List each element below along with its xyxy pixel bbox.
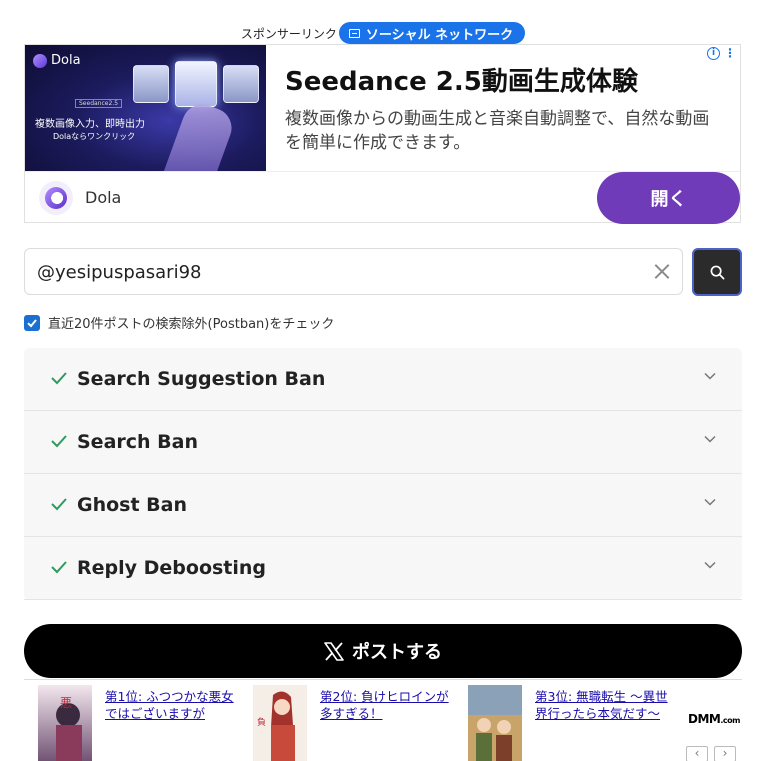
ranking-link[interactable]: 第1位: ふつつかな悪女ではございますが bbox=[105, 688, 245, 722]
dmm-logo[interactable]: DMM.com bbox=[688, 712, 740, 726]
ad-card[interactable]: Dola Seedance2.5 複数画像入力、即時出力 Dolaならワンクリッ… bbox=[24, 44, 741, 224]
search-button[interactable] bbox=[692, 248, 742, 296]
results-accordion: Search Suggestion Ban Search Ban Ghost B… bbox=[24, 348, 742, 600]
search-icon bbox=[710, 265, 724, 279]
book-cover-image[interactable]: 負 bbox=[253, 685, 307, 761]
search-input[interactable] bbox=[35, 249, 639, 296]
check-icon bbox=[51, 435, 67, 448]
svg-text:負: 負 bbox=[257, 716, 266, 728]
banner-next-button[interactable]: › bbox=[714, 746, 736, 761]
book-cover-image[interactable]: 悪 bbox=[38, 685, 92, 761]
more-options-icon[interactable]: ⋮ bbox=[724, 47, 736, 59]
sponsored-label: スポンサーリンク bbox=[240, 26, 337, 41]
ad-footer: Dola 開く bbox=[25, 171, 740, 224]
check-icon bbox=[51, 561, 67, 574]
ad-image-tag: Seedance2.5 bbox=[75, 99, 123, 108]
ad-image-subcaption: Dolaならワンクリック bbox=[53, 132, 136, 141]
thumbnail bbox=[223, 65, 259, 103]
chevron-down-icon[interactable] bbox=[704, 435, 716, 443]
post-button-label: ポストする bbox=[352, 642, 442, 662]
postban-option[interactable]: 直近20件ポストの検索除外(Postban)をチェック bbox=[24, 313, 334, 332]
sponsored-header: スポンサーリンク ソーシャル ネットワーク bbox=[0, 22, 766, 44]
book-cover-image[interactable] bbox=[468, 685, 522, 761]
result-label: Search Ban bbox=[77, 431, 198, 453]
ad-open-button[interactable]: 開く bbox=[597, 172, 740, 224]
ranking-link[interactable]: 第2位: 負けヒロインが多すぎる！ bbox=[320, 688, 460, 722]
ad-image[interactable]: Dola Seedance2.5 複数画像入力、即時出力 Dolaならワンクリッ… bbox=[25, 45, 266, 171]
advertiser-name: Dola bbox=[85, 188, 122, 207]
ad-image-brand-text: Dola bbox=[51, 53, 81, 68]
result-label: Reply Deboosting bbox=[77, 557, 267, 579]
result-label: Search Suggestion Ban bbox=[77, 368, 326, 390]
ad-image-thumbnails bbox=[133, 61, 259, 107]
ad-description: 複数画像からの動画生成と音楽自動調整で、自然な動画を簡単に作成できます。 bbox=[285, 109, 710, 153]
postban-label: 直近20件ポストの検索除外(Postban)をチェック bbox=[48, 317, 335, 332]
chevron-down-icon[interactable] bbox=[704, 498, 716, 506]
dmm-logo-suffix: .com bbox=[720, 716, 740, 725]
ad-category-label: ソーシャル ネットワーク bbox=[365, 27, 514, 43]
postban-checkbox[interactable] bbox=[24, 314, 40, 331]
checkmark-icon bbox=[27, 318, 37, 327]
thumbnail bbox=[133, 65, 169, 103]
clear-icon[interactable] bbox=[652, 261, 672, 281]
result-item[interactable]: Search Suggestion Ban bbox=[24, 348, 742, 411]
thumbnail bbox=[175, 61, 217, 107]
page: スポンサーリンク ソーシャル ネットワーク Dola Seedance2.5 複… bbox=[0, 0, 766, 761]
banner-prev-button[interactable]: ‹ bbox=[686, 746, 708, 761]
ad-image-brand: Dola bbox=[33, 53, 81, 68]
ad-info[interactable]: i ⋮ bbox=[707, 47, 736, 60]
result-label: Ghost Ban bbox=[77, 494, 188, 516]
result-item[interactable]: Search Ban bbox=[24, 411, 742, 474]
dmm-logo-text: DMM bbox=[688, 712, 721, 726]
ad-category-pill[interactable]: ソーシャル ネットワーク bbox=[338, 22, 526, 44]
check-icon bbox=[51, 498, 67, 511]
hand-illustration bbox=[162, 98, 238, 171]
search-box bbox=[24, 248, 683, 296]
advertiser-logo bbox=[39, 181, 73, 215]
x-logo-icon bbox=[324, 641, 344, 661]
category-icon bbox=[348, 28, 360, 38]
info-icon[interactable]: i bbox=[707, 47, 720, 60]
ranking-link[interactable]: 第3位: 無職転生 ～異世界行ったら本気だす～ bbox=[535, 688, 675, 722]
ad-image-caption: 複数画像入力、即時出力 bbox=[35, 119, 145, 130]
result-item[interactable]: Reply Deboosting bbox=[24, 537, 742, 600]
dola-logo-icon bbox=[45, 187, 67, 209]
chevron-down-icon[interactable] bbox=[704, 372, 716, 380]
svg-text:悪: 悪 bbox=[60, 696, 72, 710]
chevron-down-icon[interactable] bbox=[704, 561, 716, 569]
dola-logo-icon bbox=[33, 53, 47, 68]
ranking-banner: 悪 第1位: ふつつかな悪女ではございますが 負 第2位: 負けヒロインが多すぎ… bbox=[24, 679, 742, 761]
post-button[interactable]: ポストする bbox=[24, 624, 742, 678]
result-item[interactable]: Ghost Ban bbox=[24, 474, 742, 537]
ad-title[interactable]: Seedance 2.5動画生成体験 bbox=[285, 61, 638, 98]
check-icon bbox=[51, 372, 67, 385]
